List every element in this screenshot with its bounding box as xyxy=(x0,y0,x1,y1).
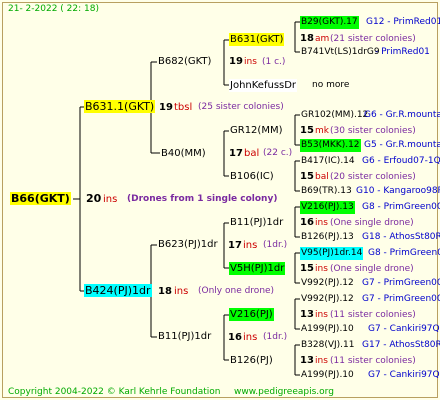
gen4-node-1[interactable]: B29(GKT).17 xyxy=(300,16,359,29)
gen3-node-5[interactable]: B11(PJ)1dr xyxy=(229,216,284,229)
gen4-node-5[interactable]: B417(IC).14 xyxy=(300,155,356,168)
gen4-node-6-tag: G10 - Kangaroo98R xyxy=(356,186,440,196)
gen4-node-5-tag: G6 - Erfoud07-1Q xyxy=(362,156,440,166)
sub-b29-ins: am xyxy=(315,34,330,44)
gen3-node-1-ins: ins xyxy=(244,57,257,67)
gen3-node-2-note: no more xyxy=(312,80,350,90)
gen2-node-2-note: (22 c.) xyxy=(263,148,293,158)
gen4-node-2-tag: - PrimRed01 xyxy=(375,47,430,57)
gen1-sire[interactable]: B424(PJ)1dr xyxy=(84,284,152,297)
gen3-node-1-note: (1 c.) xyxy=(262,57,286,67)
site-link[interactable]: www.pedigreeapis.org xyxy=(234,386,334,399)
gen3-node-1-count: 19 xyxy=(229,56,243,67)
gen2-node-4-ins: ins xyxy=(243,332,258,343)
gen3-node-6[interactable]: V5H(PJ)1dr xyxy=(229,262,286,275)
gen4-node-12[interactable]: A199(PJ).10 xyxy=(300,323,355,336)
gen4-node-2[interactable]: B741Vt(LS)1drG9 xyxy=(300,46,381,59)
sub-b328-ins: ins xyxy=(315,356,328,366)
gen2-node-2-count: 17 xyxy=(229,148,243,159)
sub-b29-note: (21 sister colonies) xyxy=(330,34,416,44)
sub-v95-count: 15 xyxy=(300,263,314,274)
sub-gr102-note: (30 sister colonies) xyxy=(330,126,416,136)
gen4-node-7-tag: G8 - PrimGreen00 xyxy=(362,202,440,212)
gen1-sire-note: (Only one drone) xyxy=(198,286,275,296)
gen2-node-4[interactable]: B11(PJ)1dr xyxy=(157,330,212,343)
sub-b417-note: (20 sister colonies) xyxy=(330,172,416,182)
gen2-node-2[interactable]: B40(MM) xyxy=(160,147,207,160)
gen2-node-2-bal: bal xyxy=(244,148,260,159)
gen4-node-6[interactable]: B69(TR).13 xyxy=(300,185,353,198)
sub-v992-note: (11 sister colonies) xyxy=(330,310,416,320)
gen4-node-1-tag: G12 - PrimRed01 xyxy=(366,17,440,27)
sub-b417-bal: bal xyxy=(315,172,329,182)
gen4-node-14-tag: G7 - Cankiri97Q xyxy=(368,370,440,380)
gen4-node-11[interactable]: V992(PJ).12 xyxy=(300,293,355,306)
root-ins: ins xyxy=(103,194,118,205)
gen2-node-3[interactable]: B623(PJ)1dr xyxy=(157,238,219,251)
gen4-node-3-tag: G6 - Gr.R.mounta xyxy=(364,110,440,120)
sub-v992-ins: ins xyxy=(315,310,328,320)
gen3-node-2[interactable]: JohnKefussDr xyxy=(229,79,298,92)
root-note: (Drones from 1 single colony) xyxy=(127,194,278,204)
gen4-node-9-tag: G8 - PrimGreen00 xyxy=(368,248,440,258)
gen4-node-12-tag: G7 - Cankiri97Q xyxy=(368,324,440,334)
gen1-dam-count: 19 xyxy=(159,102,173,113)
sub-gr102-count: 15 xyxy=(300,125,314,136)
sub-v216-ins: ins xyxy=(315,218,328,228)
sub-b328-note: (11 sister colonies) xyxy=(330,356,416,366)
gen1-dam-note: (25 sister colonies) xyxy=(198,102,284,112)
root-queen[interactable]: B66(GKT) xyxy=(10,192,71,205)
gen4-node-14[interactable]: A199(PJ).10 xyxy=(300,369,355,382)
root-count: 20 xyxy=(86,192,102,205)
gen2-node-3-count: 17 xyxy=(228,240,242,251)
gen3-node-4[interactable]: B106(IC) xyxy=(229,170,275,183)
copyright-footer: Copyright 2004-2022 © Karl Kehrle Founda… xyxy=(8,387,221,397)
sub-v95-ins: ins xyxy=(315,264,328,274)
gen4-node-8-tag: G18 - AthosSt80R xyxy=(362,232,440,242)
gen4-node-3[interactable]: GR102(MM).12 xyxy=(300,109,369,122)
gen4-node-7[interactable]: V216(PJ).13 xyxy=(300,201,355,214)
gen3-node-1[interactable]: B631(GKT) xyxy=(229,33,285,46)
gen2-node-1[interactable]: B682(GKT) xyxy=(157,55,212,68)
sub-b417-count: 15 xyxy=(300,171,314,182)
gen4-node-4[interactable]: B53(MKK).12 xyxy=(300,139,361,152)
gen2-node-4-count: 16 xyxy=(228,332,242,343)
gen2-node-4-note: (1dr.) xyxy=(263,332,288,342)
gen4-node-8[interactable]: B126(PJ).13 xyxy=(300,231,355,244)
gen3-node-3[interactable]: GR12(MM) xyxy=(229,124,283,137)
gen4-node-9[interactable]: V95(PJ)1dr.14 xyxy=(300,247,364,260)
sub-v95-note: (One single drone) xyxy=(330,264,414,274)
gen4-node-11-tag: G7 - PrimGreen00 xyxy=(362,294,440,304)
date-header: 21- 2-2022 ( 22: 18) xyxy=(8,4,99,14)
sub-v216-note: (One single drone) xyxy=(330,218,414,228)
gen3-node-8[interactable]: B126(PJ) xyxy=(229,354,274,367)
gen4-node-10[interactable]: V992(PJ).12 xyxy=(300,277,355,290)
gen4-node-4-tag: G5 - Gr.R.mounta xyxy=(364,140,440,150)
sub-v992-count: 13 xyxy=(300,309,314,320)
sub-b328-count: 13 xyxy=(300,355,314,366)
gen1-sire-count: 18 xyxy=(158,286,172,297)
gen1-dam[interactable]: B631.1(GKT) xyxy=(84,100,156,113)
gen1-sire-ins: ins xyxy=(174,286,189,297)
gen4-node-10-tag: G7 - PrimGreen00 xyxy=(362,278,440,288)
pedigree-page: 21- 2-2022 ( 22: 18) Copyright 2004-2022… xyxy=(0,0,440,400)
gen3-node-7[interactable]: V216(PJ) xyxy=(229,308,274,321)
gen1-dam-bal: tbsl xyxy=(174,102,193,113)
sub-v216-count: 16 xyxy=(300,217,314,228)
gen2-node-3-note: (1dr.) xyxy=(263,240,288,250)
sub-gr102-ins: mk xyxy=(315,126,329,136)
gen4-node-13-tag: G17 - AthosSt80R xyxy=(362,340,440,350)
gen4-node-13[interactable]: B328(VJ).11 xyxy=(300,339,356,352)
sub-b29-count: 18 xyxy=(300,33,314,44)
gen2-node-3-ins: ins xyxy=(243,240,258,251)
